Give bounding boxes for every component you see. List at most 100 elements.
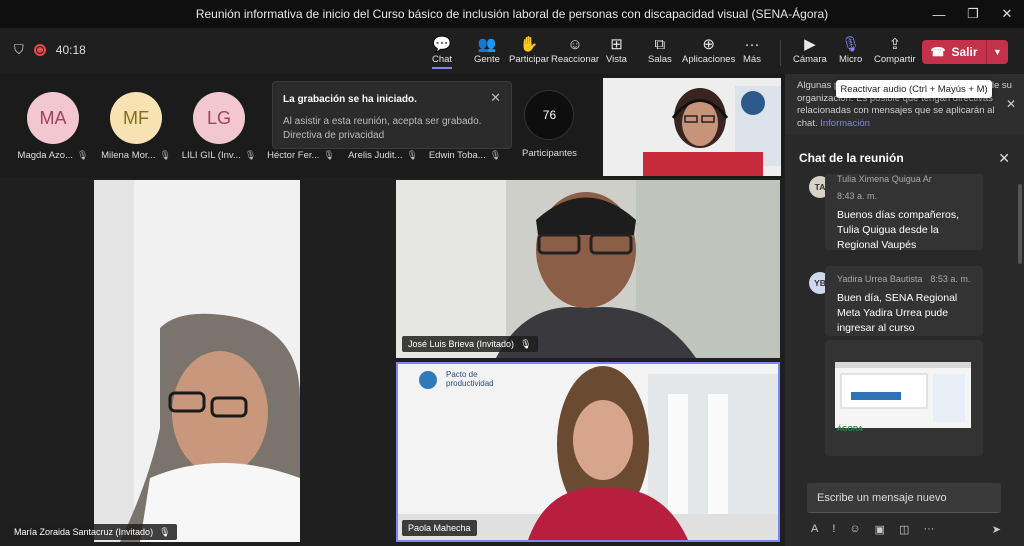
slide-logo-text: Pacto de productividad <box>446 370 494 388</box>
camera-button[interactable]: ▶ Cámara <box>793 36 827 65</box>
emoji-icon[interactable]: ☺ <box>849 523 860 535</box>
people-button[interactable]: 👥 Gente <box>474 36 500 65</box>
participant-name: Héctor Fer... <box>267 150 320 161</box>
chat-button[interactable]: 💬 Chat <box>432 36 453 69</box>
message-text: Buen día, SENA Regional Meta Yadira Urre… <box>837 292 958 334</box>
title-bar: Reunión informativa de inicio del Curso … <box>0 0 1024 28</box>
grid-icon: ⊞ <box>610 36 623 53</box>
leave-button[interactable]: ☎ Salir ▼ <box>922 40 1008 64</box>
avatar: MF <box>110 92 162 144</box>
chat-panel: Algunas personas de la reunión son de fu… <box>785 74 1024 546</box>
chat-attachment[interactable]: ÁGORA <box>825 340 983 456</box>
close-icon[interactable]: ✕ <box>998 150 1010 167</box>
window-controls: — ❐ ✕ <box>922 0 1024 28</box>
participant-name: Edwin Toba... <box>428 150 486 161</box>
shield-icon: ⛉ <box>14 42 24 57</box>
meeting-status: ⛉ 40:18 <box>14 42 86 58</box>
message-time: 8:53 a. m. <box>930 274 971 284</box>
mic-off-icon: 🎙 <box>841 36 861 53</box>
rooms-button[interactable]: ⧉ Salas <box>648 36 672 65</box>
self-view-video[interactable] <box>603 78 781 176</box>
chat-header: Chat de la reunión ✕ <box>785 146 1024 170</box>
toast-body: Al asistir a esta reunión, acepta ser gr… <box>283 116 482 127</box>
chat-message[interactable]: Yadira Urrea Bautista 8:53 a. m. Buen dí… <box>825 266 983 336</box>
format-icon[interactable]: A <box>811 523 818 535</box>
chat-compose-input[interactable]: Escribe un mensaje nuevo <box>807 483 1001 513</box>
more-icon: ··· <box>744 36 760 53</box>
mic-button[interactable]: 🎙 Micro <box>839 36 862 65</box>
raise-hand-button[interactable]: ✋ Participar <box>509 36 549 65</box>
participant-name: Arelis Judit... <box>348 150 403 161</box>
meeting-timer: 40:18 <box>55 43 86 57</box>
react-button[interactable]: ☺ Reaccionar <box>551 36 599 65</box>
participant-edwin[interactable]: Edwin Toba... 🎙 <box>426 150 504 161</box>
more-button[interactable]: ··· Más <box>743 36 761 65</box>
hand-icon: ✋ <box>519 36 539 53</box>
close-icon[interactable]: ✕ <box>1006 98 1016 111</box>
chat-scrollbar[interactable] <box>1018 184 1022 264</box>
participant-video-image <box>396 180 780 358</box>
presenter-video-image <box>603 78 781 176</box>
compose-toolbar: A ! ☺ ▣ ◫ ··· ➤ <box>811 520 1001 538</box>
participant-arelis[interactable]: Arelis Judit... 🎙 <box>344 150 422 161</box>
participant-milena[interactable]: MF Milena Mor... 🎙 <box>97 92 175 161</box>
message-text: Buenos días compañeros, Tulia Quigua des… <box>837 209 959 251</box>
privacy-link[interactable]: Directiva de privacidad <box>283 129 501 143</box>
video-tile-jose[interactable]: José Luis Brieva (Invitado) 🎙 <box>396 180 780 358</box>
participant-video-image <box>94 180 300 542</box>
compose-placeholder: Escribe un mensaje nuevo <box>817 491 947 504</box>
chevron-down-icon[interactable]: ▼ <box>986 40 1008 64</box>
mic-off-icon: 🎙 <box>406 150 418 160</box>
leave-main[interactable]: ☎ Salir <box>922 45 986 59</box>
participants-button[interactable]: 76 Participantes <box>522 90 577 159</box>
message-author: Yadira Urrea Bautista <box>837 274 923 284</box>
participant-lili[interactable]: LG LILI GIL (Inv... 🎙 <box>180 92 258 161</box>
participant-name: Magda Azo... <box>17 150 73 161</box>
gif-icon[interactable]: ▣ <box>875 523 885 536</box>
mic-off-icon: 🎙 <box>77 150 89 160</box>
mic-off-icon: 🎙 <box>159 526 171 537</box>
avatar: LG <box>193 92 245 144</box>
message-author: Tulia Ximena Quigua Arroyave <box>837 174 932 184</box>
info-link[interactable]: Información <box>820 118 870 129</box>
apps-button[interactable]: ⊕ Aplicaciones <box>682 36 735 65</box>
chat-title: Chat de la reunión <box>799 151 904 165</box>
emoji-icon: ☺ <box>567 36 583 53</box>
restore-icon[interactable]: ❐ <box>956 0 990 28</box>
participant-hector[interactable]: Héctor Fer... 🎙 <box>262 150 340 161</box>
phone-icon: ☎ <box>930 45 946 59</box>
participants-count: 76 <box>524 90 575 140</box>
sticker-icon[interactable]: ◫ <box>899 523 909 536</box>
participant-video-image <box>398 364 778 540</box>
chat-messages[interactable]: TA Tulia Ximena Quigua Arroyave 8:43 a. … <box>785 174 1024 474</box>
participant-name: Milena Mor... <box>101 150 156 161</box>
participant-magda[interactable]: MA Magda Azo... 🎙 <box>14 92 92 161</box>
close-icon[interactable]: ✕ <box>490 90 501 106</box>
mic-off-icon: 🎙 <box>323 150 335 160</box>
video-tile-paola[interactable]: Pacto de productividad Paola Mahecha <box>396 362 780 542</box>
message-time: 8:43 a. m. <box>837 191 878 201</box>
participant-name-badge: José Luis Brieva (Invitado) 🎙 <box>402 336 538 352</box>
minimize-icon[interactable]: — <box>922 0 956 28</box>
mic-off-icon: 🎙 <box>244 150 257 160</box>
share-button[interactable]: ⇪ Compartir <box>874 36 916 65</box>
apps-icon: ⊕ <box>702 36 715 53</box>
video-tile-maria[interactable]: María Zoraida Santacruz (Invitado) 🎙 <box>0 178 392 544</box>
people-icon: 👥 <box>477 36 497 53</box>
participant-name: LILI GIL (Inv... <box>181 150 241 161</box>
close-icon[interactable]: ✕ <box>990 0 1024 28</box>
share-icon: ⇪ <box>888 36 902 53</box>
chat-message[interactable]: Tulia Ximena Quigua Arroyave 8:43 a. m. … <box>825 174 983 251</box>
participant-name-badge: Paola Mahecha <box>402 520 477 536</box>
camera-icon: ▶ <box>804 36 816 53</box>
view-button[interactable]: ⊞ Vista <box>606 36 627 65</box>
mic-off-icon: 🎙 <box>489 150 502 160</box>
recording-icon <box>33 44 46 56</box>
attach-icon[interactable]: ! <box>832 523 835 535</box>
rooms-icon: ⧉ <box>654 36 666 53</box>
send-icon[interactable]: ➤ <box>992 523 1001 536</box>
video-stage: María Zoraida Santacruz (Invitado) 🎙 Jos… <box>0 178 785 546</box>
window-title: Reunión informativa de inicio del Curso … <box>195 7 829 21</box>
more-icon[interactable]: ··· <box>923 523 934 535</box>
avatar: MA <box>27 92 79 144</box>
